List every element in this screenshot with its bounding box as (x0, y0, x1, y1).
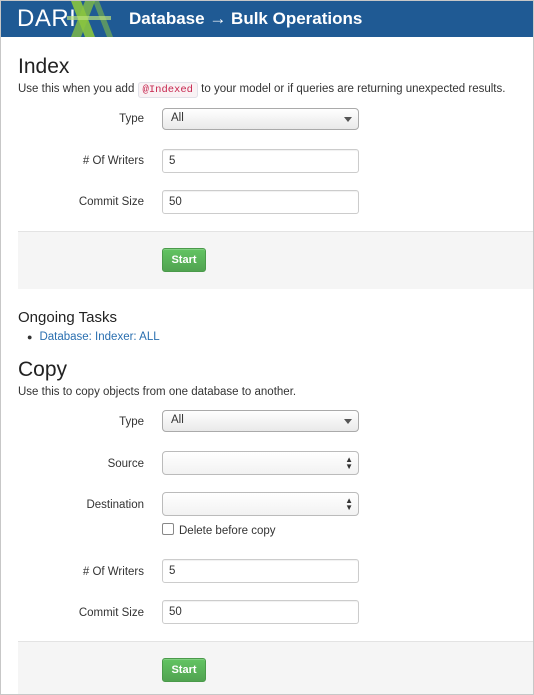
index-description-before: Use this when you add (18, 83, 138, 95)
indexed-code: @Indexed (137, 82, 198, 98)
destination-select[interactable]: ▲ ▼ (162, 492, 359, 516)
copy-writers-input[interactable]: 5 (162, 559, 359, 583)
source-label: Source (107, 458, 144, 470)
copy-start-button[interactable]: Start (162, 658, 206, 682)
chevron-down-icon (344, 117, 352, 122)
delete-before-copy-checkbox[interactable] (162, 523, 174, 535)
index-actions (18, 231, 533, 289)
page-title: Database → Bulk Operations (129, 9, 363, 28)
bullet-icon: ● (27, 332, 33, 342)
index-section-title: Index (18, 55, 70, 78)
index-type-select[interactable]: All (162, 108, 359, 130)
index-writers-label: # Of Writers (82, 155, 144, 167)
index-description-after: to your model or if queries are returnin… (197, 83, 506, 95)
chevron-down-icon (344, 419, 352, 424)
copy-commit-input[interactable]: 50 (162, 600, 359, 624)
up-down-arrows-icon: ▲ ▼ (345, 496, 353, 512)
app-header: DARI Database → Bulk Operations (1, 1, 533, 37)
source-select[interactable]: ▲ ▼ (162, 451, 359, 475)
up-down-arrows-icon: ▲ ▼ (345, 455, 353, 471)
copy-description: Use this to copy objects from one databa… (18, 386, 297, 398)
copy-writers-label: # Of Writers (82, 566, 144, 578)
copy-section-title: Copy (18, 358, 68, 381)
delete-before-copy-row: Delete before copy (162, 523, 276, 537)
task-link[interactable]: Database: Indexer: ALL (39, 331, 159, 343)
copy-commit-label: Commit Size (78, 607, 144, 619)
copy-actions (18, 641, 533, 694)
copy-type-select[interactable]: All (162, 410, 359, 432)
destination-label: Destination (86, 499, 144, 511)
index-description: Use this when you add @Indexed to your m… (18, 82, 506, 98)
delete-before-copy-label[interactable]: Delete before copy (179, 525, 276, 537)
ongoing-tasks-title: Ongoing Tasks (18, 309, 117, 326)
copy-type-value: All (171, 414, 184, 426)
index-type-value: All (171, 112, 184, 124)
task-item: ● Database: Indexer: ALL (27, 331, 160, 343)
copy-type-label: Type (119, 416, 144, 428)
index-type-label: Type (119, 113, 144, 125)
page-frame: DARI Database → Bulk Operations Index Us… (0, 0, 534, 695)
index-commit-input[interactable]: 50 (162, 190, 359, 214)
index-start-button[interactable]: Start (162, 248, 206, 272)
index-writers-input[interactable]: 5 (162, 149, 359, 173)
index-commit-label: Commit Size (78, 196, 144, 208)
logo-mark-icon (67, 1, 113, 37)
